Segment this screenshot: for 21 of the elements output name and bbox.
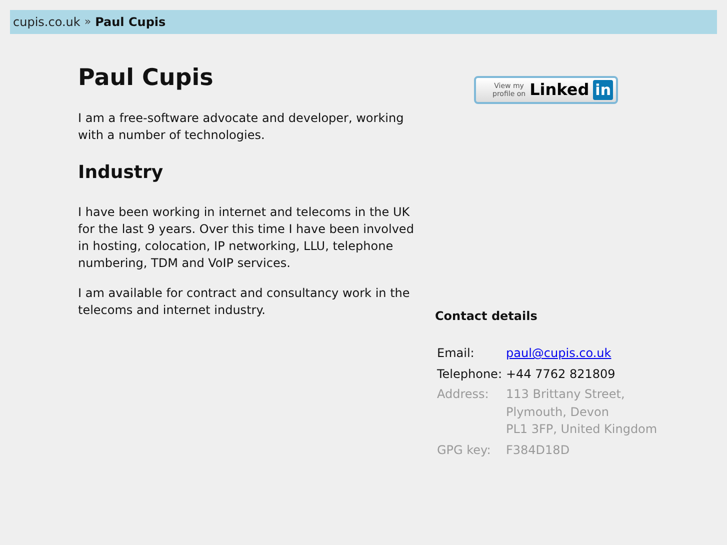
email-link[interactable]: paul@cupis.co.uk xyxy=(506,345,612,362)
breadcrumb-separator: » xyxy=(84,14,92,30)
intro-text: I am a free-software advocate and developer, working with a number of technologies. xyxy=(78,110,405,144)
contact-value: F384D18D xyxy=(506,442,570,458)
contact-label: Address: xyxy=(437,386,490,403)
badge-brand: Linked xyxy=(530,81,590,99)
breadcrumb-current: Paul Cupis xyxy=(95,14,166,31)
contact-value: +44 7762 821809 xyxy=(506,366,616,382)
badge-brand-box: in xyxy=(593,80,613,100)
contact-value: Plymouth, Devon xyxy=(506,404,610,420)
section-heading: Industry xyxy=(78,162,164,184)
home-link[interactable]: cupis.co.uk xyxy=(13,13,80,31)
contact-value: 113 Brittany Street, xyxy=(506,386,626,403)
contact-value: PL1 3FP, United Kingdom xyxy=(506,421,658,438)
contact-label: GPG key: xyxy=(437,442,492,458)
contact-label: Email: xyxy=(437,345,476,362)
paragraph: I am available for contract and consultancy work in the telecoms and internet industry. xyxy=(78,285,411,319)
paragraph: I have been working in internet and telecoms in the UK for the last 9 years. Over this time I have been involved in hosting, colocation, IP networking, LLU, telephone numbering, TDM and VoIP services. xyxy=(78,204,415,272)
contact-heading: Contact details xyxy=(435,308,538,325)
page-title: Paul Cupis xyxy=(78,64,214,92)
contact-label: Telephone: xyxy=(437,366,503,382)
